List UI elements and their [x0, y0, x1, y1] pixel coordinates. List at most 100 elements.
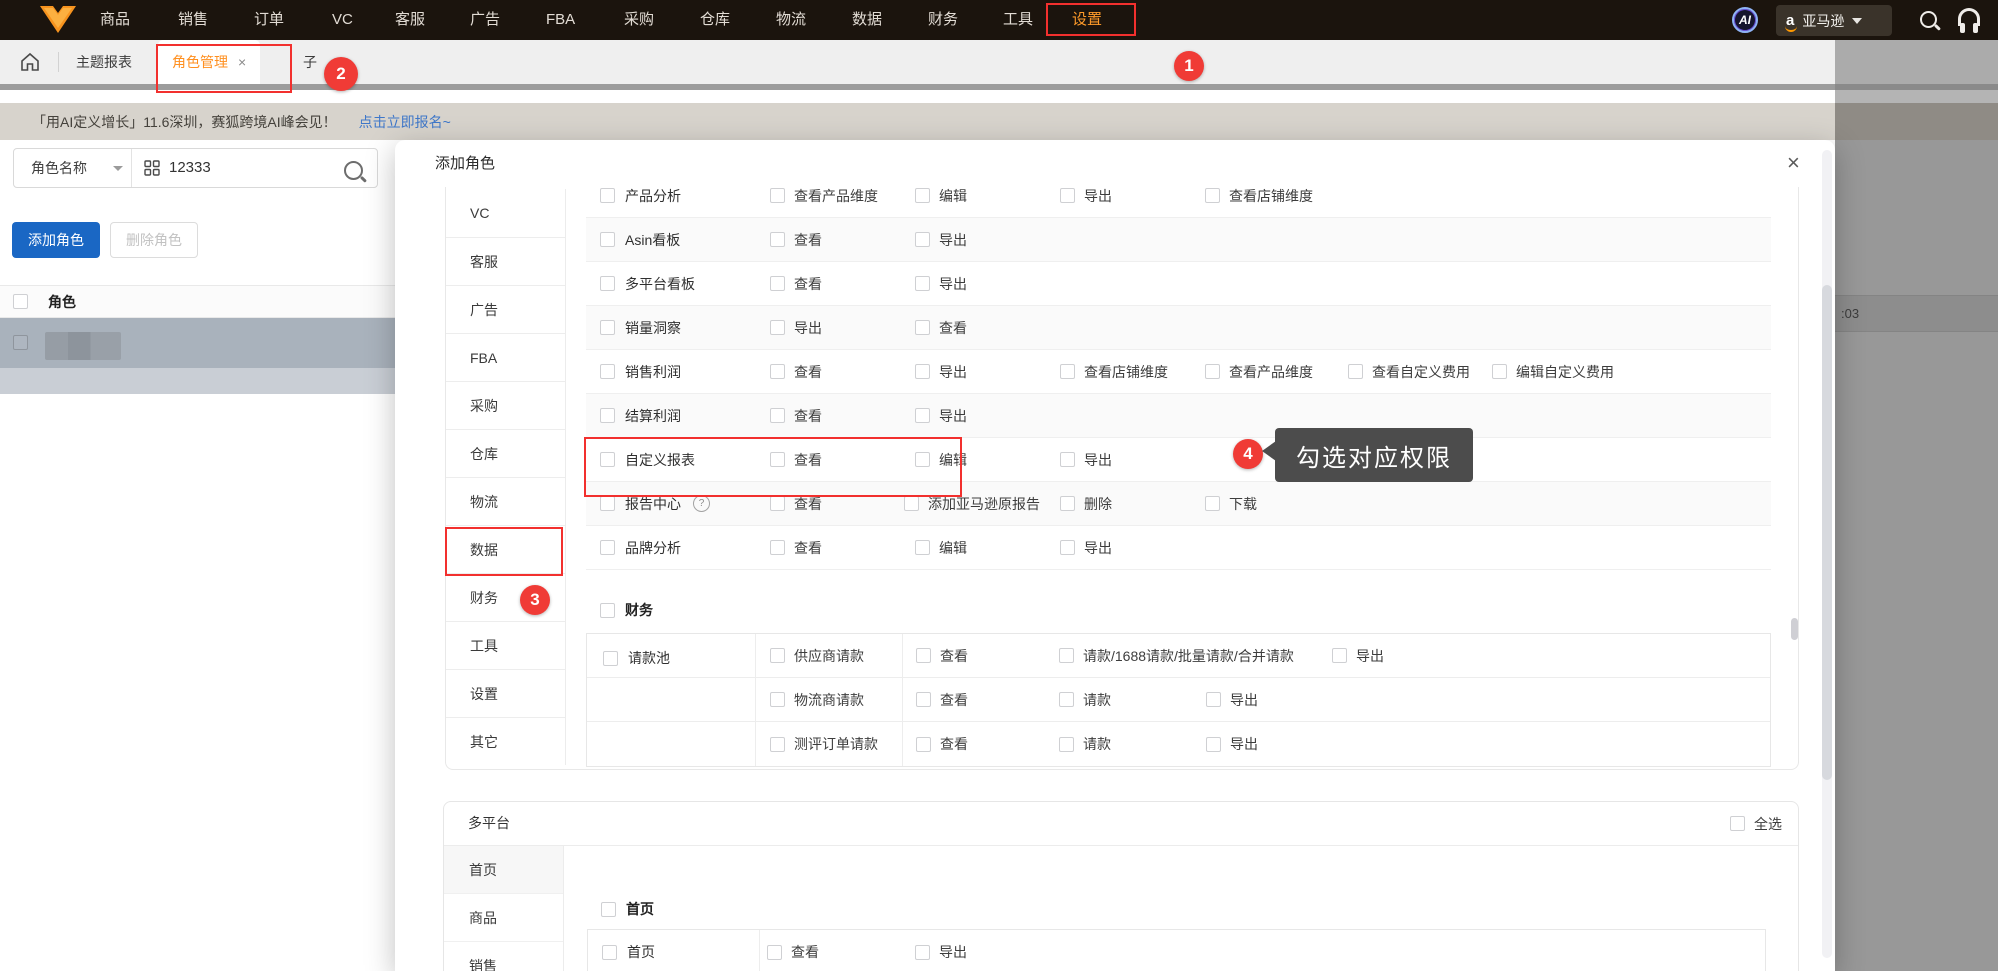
brand-fox-logo[interactable]: [40, 6, 76, 38]
nav-item-客服[interactable]: 客服: [395, 0, 425, 40]
checkbox-查看产品维度[interactable]: [770, 188, 785, 203]
marketplace-selector[interactable]: a 亚马逊: [1776, 5, 1892, 36]
tab-sub-account[interactable]: 子: [303, 40, 317, 84]
checkbox-结算利润[interactable]: [600, 408, 615, 423]
delete-role-button[interactable]: 删除角色: [110, 222, 198, 258]
nav-item-订单[interactable]: 订单: [254, 0, 284, 40]
checkbox-添加亚马逊原报告[interactable]: [904, 496, 919, 511]
checkbox-供应商请款[interactable]: [770, 648, 785, 663]
checkbox-导出[interactable]: [915, 232, 930, 247]
nav-item-商品[interactable]: 商品: [100, 0, 130, 40]
checkbox-查看[interactable]: [916, 648, 931, 663]
close-icon[interactable]: ×: [1787, 150, 1800, 176]
search-icon[interactable]: [1920, 11, 1937, 33]
checkbox-导出[interactable]: [1060, 188, 1075, 203]
checkbox-导出[interactable]: [1206, 692, 1221, 707]
add-role-button[interactable]: 添加角色: [12, 222, 100, 258]
checkbox-测评订单请款[interactable]: [770, 736, 785, 752]
nav-item-广告[interactable]: 广告: [470, 0, 500, 40]
checkbox-导出[interactable]: [1060, 540, 1075, 555]
checkbox-产品分析[interactable]: [600, 188, 615, 203]
checkbox-查看[interactable]: [915, 320, 930, 335]
checkbox-导出[interactable]: [915, 276, 930, 291]
nav-item-VC[interactable]: VC: [332, 0, 353, 40]
checkbox-查看[interactable]: [770, 364, 785, 379]
checkbox-查看[interactable]: [916, 736, 931, 752]
perm-sidebar-item-设置[interactable]: 设置: [445, 669, 565, 717]
checkbox-查看店铺维度[interactable]: [1060, 364, 1075, 379]
close-icon[interactable]: ×: [238, 54, 246, 70]
checkbox-删除[interactable]: [1060, 496, 1075, 511]
checkbox-导出[interactable]: [915, 408, 930, 423]
checkbox-请款[interactable]: [1059, 736, 1074, 752]
checkbox-编辑[interactable]: [915, 188, 930, 203]
checkbox-查看店铺维度[interactable]: [1205, 188, 1220, 203]
ai-assistant-badge[interactable]: AI: [1732, 7, 1758, 33]
nav-item-财务[interactable]: 财务: [928, 0, 958, 40]
checkbox-多平台看板[interactable]: [600, 276, 615, 291]
checkbox-Asin看板[interactable]: [600, 232, 615, 247]
tab-role-management[interactable]: 角色管理 ×: [158, 40, 261, 84]
checkbox-销售利润[interactable]: [600, 364, 615, 379]
checkbox-报告中心[interactable]: [600, 496, 615, 511]
help-icon[interactable]: ?: [693, 495, 710, 512]
nav-item-数据[interactable]: 数据: [852, 0, 882, 40]
checkbox-编辑自定义费用[interactable]: [1492, 364, 1507, 379]
checkbox-查看[interactable]: [767, 944, 782, 960]
checkbox-品牌分析[interactable]: [600, 540, 615, 555]
perm-sidebar-item-客服[interactable]: 客服: [445, 237, 565, 285]
checkbox-查看[interactable]: [770, 408, 785, 423]
perm-sidebar-item-仓库[interactable]: 仓库: [445, 429, 565, 477]
mp-sidebar-item-首页[interactable]: 首页: [444, 846, 563, 894]
checkbox-导出[interactable]: [915, 364, 930, 379]
inner-scrollbar-thumb[interactable]: [1791, 618, 1798, 640]
perm-sidebar-item-VC[interactable]: VC: [445, 189, 565, 237]
checkbox-销量洞察[interactable]: [600, 320, 615, 335]
mp-sidebar-item-销售[interactable]: 销售: [444, 942, 563, 971]
nav-item-物流[interactable]: 物流: [776, 0, 806, 40]
checkbox-导出[interactable]: [1206, 736, 1221, 752]
nav-item-设置[interactable]: 设置: [1072, 0, 1102, 40]
checkbox-物流商请款[interactable]: [770, 692, 785, 707]
checkbox-编辑[interactable]: [915, 452, 930, 467]
mp-sidebar-item-商品[interactable]: 商品: [444, 894, 563, 942]
checkbox-查看[interactable]: [770, 540, 785, 555]
home-icon[interactable]: [18, 50, 42, 79]
select-all-checkbox[interactable]: [1730, 816, 1745, 831]
checkbox-自定义报表[interactable]: [600, 452, 615, 467]
perm-sidebar-item-广告[interactable]: 广告: [445, 285, 565, 333]
row-checkbox[interactable]: [13, 335, 28, 350]
perm-sidebar-item-FBA[interactable]: FBA: [445, 333, 565, 381]
modal-scrollbar-thumb[interactable]: [1822, 285, 1832, 780]
checkbox-查看[interactable]: [770, 276, 785, 291]
perm-sidebar-item-工具[interactable]: 工具: [445, 621, 565, 669]
checkbox-查看自定义费用[interactable]: [1348, 364, 1363, 379]
tab-theme-report[interactable]: 主题报表: [76, 40, 132, 84]
nav-item-FBA[interactable]: FBA: [546, 0, 575, 40]
checkbox-编辑[interactable]: [915, 540, 930, 555]
select-all-checkbox[interactable]: [13, 294, 28, 309]
checkbox-请款/1688请款/批量请款/合并请款[interactable]: [1059, 648, 1074, 663]
perm-sidebar-item-其它[interactable]: 其它: [445, 717, 565, 765]
role-table-row[interactable]: [0, 318, 395, 368]
filter-field-select[interactable]: 角色名称: [31, 149, 87, 187]
perm-sidebar-item-物流[interactable]: 物流: [445, 477, 565, 525]
home-group-checkbox[interactable]: [601, 901, 616, 917]
checkbox-查看[interactable]: [770, 232, 785, 247]
search-icon[interactable]: [344, 161, 363, 185]
checkbox-导出[interactable]: [915, 944, 930, 960]
perm-sidebar-item-数据[interactable]: 数据: [445, 525, 565, 573]
checkbox-请款[interactable]: [1059, 692, 1074, 707]
headset-support-icon[interactable]: [1958, 8, 1980, 33]
checkbox-导出[interactable]: [770, 320, 785, 335]
nav-item-仓库[interactable]: 仓库: [700, 0, 730, 40]
nav-item-销售[interactable]: 销售: [178, 0, 208, 40]
checkbox-首页[interactable]: [602, 944, 617, 960]
checkbox-查看产品维度[interactable]: [1205, 364, 1220, 379]
checkbox-导出[interactable]: [1332, 648, 1347, 663]
finance-group-checkbox[interactable]: [600, 602, 615, 618]
checkbox-查看[interactable]: [916, 692, 931, 707]
promo-signup-link[interactable]: 点击立即报名~: [359, 112, 451, 132]
checkbox-查看[interactable]: [770, 496, 785, 511]
perm-sidebar-item-采购[interactable]: 采购: [445, 381, 565, 429]
